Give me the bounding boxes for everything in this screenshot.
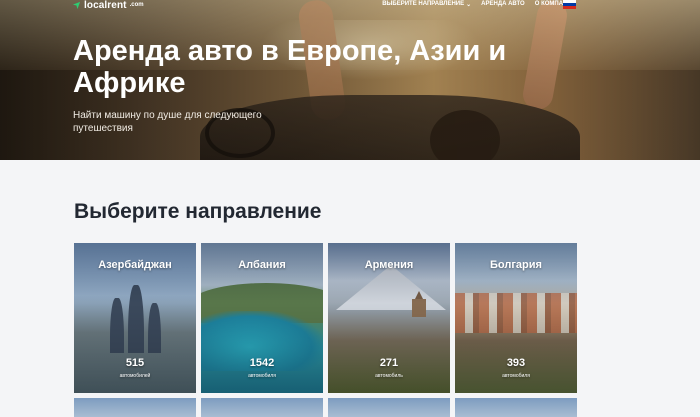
nav-item-label: Выберите направление bbox=[382, 1, 465, 7]
card-count: 271 bbox=[379, 357, 399, 369]
location-arrow-icon bbox=[72, 1, 81, 9]
destination-card-partial[interactable] bbox=[74, 398, 196, 417]
nav-item-destinations[interactable]: Выберите направление ⌄ bbox=[382, 1, 471, 8]
hero-subtitle: Найти машину по душе для следующего путе… bbox=[73, 110, 262, 134]
flag-stripe-red bbox=[563, 6, 576, 9]
card-unit: автомобиль bbox=[375, 373, 403, 379]
hero-banner: localrent .com Выберите направление ⌄ Аре… bbox=[0, 0, 700, 160]
chevron-down-icon: ⌄ bbox=[466, 1, 472, 8]
destination-card-bulgaria[interactable]: Болгария 393 автомобиля bbox=[455, 243, 577, 393]
destination-card-azerbaijan[interactable]: Азербайджан 515 автомобилей bbox=[74, 243, 196, 393]
destination-card-partial[interactable] bbox=[455, 398, 577, 417]
logo-suffix: .com bbox=[129, 2, 144, 8]
page: localrent .com Выберите направление ⌄ Аре… bbox=[0, 0, 700, 417]
card-title: Болгария bbox=[490, 259, 542, 271]
card-count: 515 bbox=[125, 357, 145, 369]
main-nav: Выберите направление ⌄ Аренда авто О ком… bbox=[382, 0, 576, 8]
russian-flag-icon[interactable] bbox=[563, 0, 576, 9]
destination-card-albania[interactable]: Албания 1542 автомобиля bbox=[201, 243, 323, 393]
card-unit: автомобиля bbox=[502, 373, 530, 379]
card-count: 1542 bbox=[249, 357, 275, 369]
destination-card-partial[interactable] bbox=[201, 398, 323, 417]
destination-card-armenia[interactable]: Армения 271 автомобиль bbox=[328, 243, 450, 393]
hero-title: Аренда авто в Европе, Азии и Африке bbox=[73, 35, 507, 99]
card-unit: автомобиля bbox=[248, 373, 276, 379]
nav-item-car-rental[interactable]: Аренда авто bbox=[481, 1, 525, 7]
logo-link[interactable]: localrent .com bbox=[72, 0, 144, 11]
card-title: Азербайджан bbox=[98, 259, 172, 271]
logo-text: localrent bbox=[84, 0, 127, 11]
card-unit: автомобилей bbox=[119, 373, 151, 379]
destination-card-partial[interactable] bbox=[328, 398, 450, 417]
card-count: 393 bbox=[506, 357, 526, 369]
card-title: Армения bbox=[364, 259, 414, 271]
card-title: Албания bbox=[238, 259, 286, 271]
nav-item-label: Аренда авто bbox=[481, 1, 525, 7]
section-title: Выберите направление bbox=[74, 200, 322, 223]
